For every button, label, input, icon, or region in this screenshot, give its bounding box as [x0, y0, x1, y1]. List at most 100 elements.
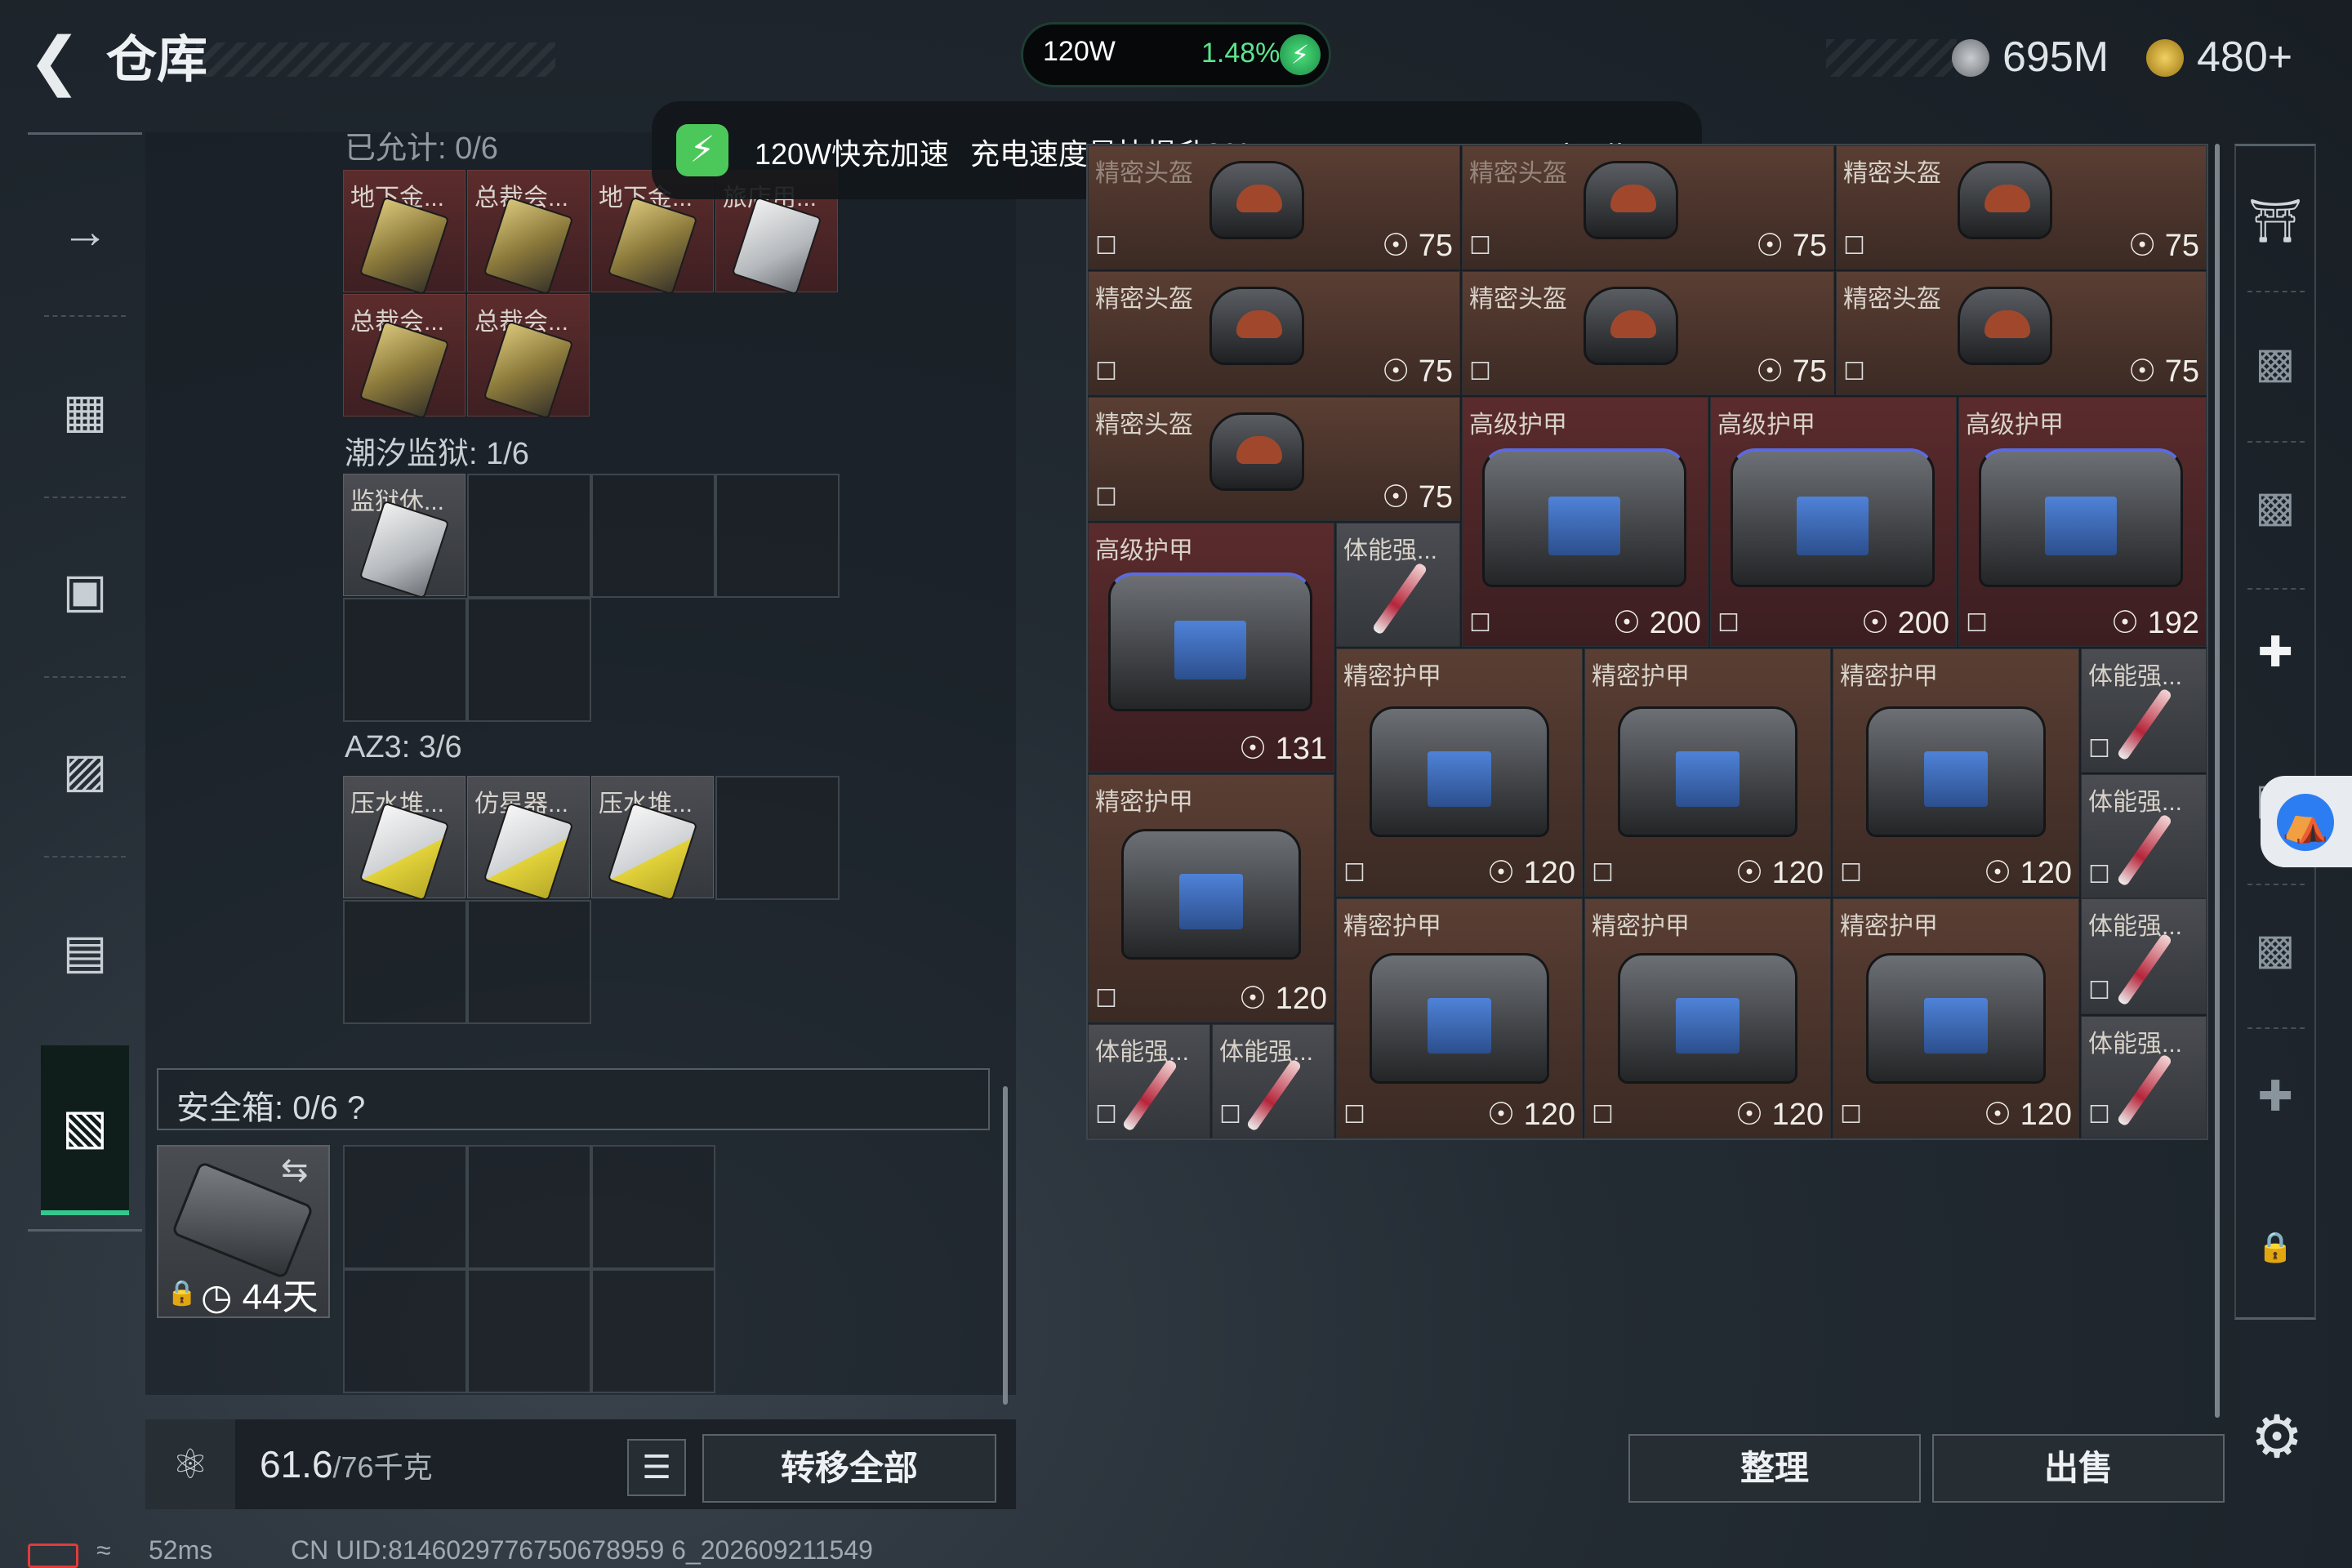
gear-icon[interactable]: ⚙	[2244, 1405, 2310, 1470]
item-stim[interactable]: 体能强... ☐	[1212, 1024, 1334, 1138]
iii-container-icon[interactable]: ▩	[2234, 446, 2316, 568]
card-item[interactable]: 总裁会...	[343, 294, 466, 420]
cut-label: 已允计: 0/6	[345, 131, 498, 166]
container-icon[interactable]: ▤	[28, 887, 142, 1018]
item-armor[interactable]: 高级护甲 ☐ ☉ 200	[1710, 397, 1957, 647]
vest-icon[interactable]: ▦	[28, 346, 142, 477]
no-insure-icon: ☐	[1592, 860, 1614, 887]
list-icon[interactable]: ☰	[627, 1439, 686, 1496]
item-stim[interactable]: 体能强... ☐	[2081, 898, 2207, 1014]
item-armor[interactable]: 高级护甲 ☐ ☉ 192	[1958, 397, 2207, 647]
card-item[interactable]: 监狱休...	[343, 474, 466, 599]
safe-slot[interactable]	[343, 1145, 467, 1269]
header-stripe	[196, 42, 555, 77]
item-value: ☉ 120	[1983, 856, 2072, 890]
item-stim[interactable]: 体能强... ☐	[2081, 648, 2207, 773]
accessibility-button[interactable]: ⛺	[2261, 776, 2352, 867]
item-helmet[interactable]: 精密头盔 ☐ ☉ 75	[1836, 271, 2207, 395]
helmet-tab-icon[interactable]: ⛩	[2234, 160, 2316, 283]
item-armor[interactable]: 精密护甲 ☐ ☉ 120	[1584, 648, 1831, 897]
transfer-all-button[interactable]: 转移全部	[702, 1434, 996, 1503]
iii-container-icon[interactable]: ▩	[2234, 889, 2316, 1011]
gun-icon[interactable]: →	[28, 167, 142, 297]
armor-icon	[1731, 448, 1935, 587]
armor-icon	[1370, 706, 1549, 837]
item-value: ☉ 75	[2128, 229, 2199, 263]
safe-slot[interactable]	[467, 1145, 591, 1269]
item-stim[interactable]: 体能强... ☐	[2081, 774, 2207, 898]
empty-slot[interactable]	[467, 598, 591, 722]
item-value: ☉ 75	[1756, 229, 1827, 263]
back-arrow-icon[interactable]: ❮	[28, 28, 85, 93]
item-stim[interactable]: 体能强... ☐	[1088, 1024, 1210, 1138]
no-insure-icon: ☐	[2088, 1102, 2110, 1129]
safe-label: 安全箱: 0/6 ?	[176, 1090, 366, 1126]
swap-icon[interactable]: ⇆	[281, 1152, 309, 1189]
syringe-icon	[2116, 813, 2173, 887]
item-helmet[interactable]: 精密头盔 ☐ ☉ 75	[1836, 145, 2207, 270]
helmet-icon	[1958, 287, 2052, 365]
empty-slot[interactable]	[715, 776, 840, 900]
item-armor[interactable]: 高级护甲 ☐ ☉ 200	[1462, 397, 1708, 647]
lock-icon[interactable]: 🔒	[2234, 1186, 2316, 1308]
sell-button[interactable]: 出售	[1932, 1434, 2225, 1503]
helmet-icon	[1209, 161, 1304, 239]
item-value: ☉ 75	[1382, 229, 1453, 263]
toolbox-tab[interactable]: ▧	[41, 1045, 129, 1215]
rail-divider	[44, 856, 126, 858]
help-icon[interactable]: ?	[347, 1090, 365, 1126]
wifi-icon: ≈	[96, 1535, 111, 1565]
bag-icon[interactable]: ▨	[28, 706, 142, 836]
iv-med-icon[interactable]: ✚	[2234, 591, 2316, 714]
item-armor[interactable]: 精密护甲 ☐ ☉ 120	[1833, 648, 2079, 897]
safe-slot[interactable]	[591, 1145, 715, 1269]
card-item[interactable]: 总裁会...	[467, 170, 590, 296]
item-helmet[interactable]: 精密头盔 ☐ ☉ 75	[1088, 145, 1460, 270]
safe-slot[interactable]	[591, 1269, 715, 1393]
arrange-button[interactable]: 整理	[1628, 1434, 1921, 1503]
empty-slot[interactable]	[467, 900, 591, 1024]
backpack-icon[interactable]: ▣	[28, 526, 142, 657]
bolt-icon: ⚡	[1280, 34, 1321, 75]
item-armor[interactable]: 精密护甲 ☐ ☉ 120	[1833, 898, 2079, 1138]
item-armor[interactable]: 精密护甲 ☐ ☉ 120	[1336, 648, 1583, 897]
no-insure-icon: ☐	[1095, 1102, 1117, 1129]
card-item[interactable]: 压水堆...	[343, 776, 466, 902]
item-armor[interactable]: 精密护甲 ☐ ☉ 120	[1336, 898, 1583, 1138]
empty-slot[interactable]	[591, 474, 715, 598]
item-armor[interactable]: 高级护甲 ☉ 131	[1088, 523, 1334, 773]
armor-icon	[1618, 706, 1797, 837]
iv-med-icon[interactable]: ✚	[2234, 1036, 2316, 1158]
helmet-icon	[1209, 412, 1304, 491]
card-item[interactable]: 仿星器...	[467, 776, 590, 902]
card-item[interactable]: 地下金...	[343, 170, 466, 296]
card-item[interactable]: 压水堆...	[591, 776, 714, 902]
card-item[interactable]: 总裁会...	[467, 294, 590, 420]
item-helmet[interactable]: 精密头盔 ☐ ☉ 75	[1088, 397, 1460, 521]
v-container-icon[interactable]: ▩	[2234, 302, 2316, 425]
item-stim[interactable]: 体能强...	[1336, 523, 1460, 647]
left-scrollbar[interactable]	[1003, 1086, 1008, 1405]
empty-slot[interactable]	[343, 598, 467, 722]
empty-slot[interactable]	[467, 474, 591, 598]
item-helmet[interactable]: 精密头盔 ☐ ☉ 75	[1088, 271, 1460, 395]
armor-icon	[1866, 953, 2046, 1084]
item-armor[interactable]: 精密护甲 ☐ ☉ 120	[1088, 774, 1334, 1022]
page-title: 仓库	[106, 32, 208, 88]
case-days: ◷ 44天	[201, 1277, 318, 1317]
item-helmet[interactable]: 精密头盔 ☐ ☉ 75	[1462, 271, 1834, 395]
safe-slot[interactable]	[343, 1269, 467, 1393]
right-scrollbar[interactable]	[2215, 144, 2220, 1418]
item-stim[interactable]: 体能强... ☐	[2081, 1016, 2207, 1138]
gold-amount[interactable]: 480+	[2197, 33, 2292, 82]
no-insure-icon: ☐	[1966, 610, 1988, 637]
empty-slot[interactable]	[715, 474, 840, 598]
item-helmet[interactable]: 精密头盔 ☐ ☉ 75	[1462, 145, 1834, 270]
rail-divider	[2247, 588, 2305, 590]
item-armor[interactable]: 精密护甲 ☐ ☉ 120	[1584, 898, 1831, 1138]
safe-case[interactable]: ⇆ 🔒 ◷ 44天	[157, 1145, 330, 1318]
item-value: ☉ 131	[1238, 732, 1327, 766]
safe-slot[interactable]	[467, 1269, 591, 1393]
item-value: ☉ 75	[1382, 480, 1453, 514]
empty-slot[interactable]	[343, 900, 467, 1024]
